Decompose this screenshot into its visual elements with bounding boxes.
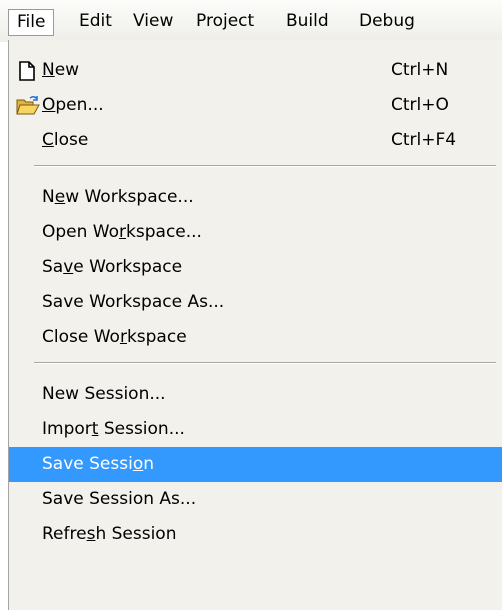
menu-item-save-workspace-as[interactable]: Save Workspace As... [9,285,502,320]
menu-build[interactable]: Build [278,9,337,36]
menu-debug[interactable]: Debug [351,9,423,36]
menu-separator [34,165,496,167]
menu-item-new[interactable]: New Ctrl+N [9,53,502,88]
menu-item-open[interactable]: Open... Ctrl+O [9,88,502,123]
menu-item-open-workspace[interactable]: Open Workspace... [9,215,502,250]
menu-item-shortcut: Ctrl+N [391,60,449,80]
menu-item-label: Refresh Session [42,524,177,544]
menu-item-close[interactable]: Close Ctrl+F4 [9,123,502,158]
file-menu-dropdown: New Ctrl+N Open... Ctrl+O Close Ctrl+F4 … [8,40,502,610]
menu-item-new-workspace[interactable]: New Workspace... [9,180,502,215]
menu-item-label: New [42,60,80,80]
menu-item-new-session[interactable]: New Session... [9,377,502,412]
menu-item-label: Open... [42,95,104,115]
new-file-icon [16,60,38,82]
menu-item-label: Close Workspace [42,327,187,347]
menu-item-label: Save Workspace [42,257,183,277]
menu-bar: File Edit View Project Build Debug [0,0,502,42]
menu-item-label: Save Session As... [42,489,197,509]
menu-edit[interactable]: Edit [71,9,120,36]
menu-view[interactable]: View [125,9,181,36]
menu-separator [34,362,496,364]
menu-item-label: New Session... [42,384,166,404]
menu-item-label: Save Session [42,454,155,474]
menu-item-refresh-session[interactable]: Refresh Session [9,517,502,552]
menu-item-label: Save Workspace As... [42,292,225,312]
menu-file[interactable]: File [8,9,55,36]
menu-project[interactable]: Project [188,9,262,36]
menu-item-shortcut: Ctrl+F4 [391,130,457,150]
menu-item-save-session[interactable]: Save Session [9,447,502,482]
menu-item-label: Open Workspace... [42,222,202,242]
menu-item-save-session-as[interactable]: Save Session As... [9,482,502,517]
menu-item-label: Import Session... [42,419,185,439]
menu-item-save-workspace[interactable]: Save Workspace [9,250,502,285]
menu-item-shortcut: Ctrl+O [391,95,449,115]
open-folder-icon [16,95,40,117]
menu-item-close-workspace[interactable]: Close Workspace [9,320,502,355]
menu-item-label: Close [42,130,89,150]
menu-item-label: New Workspace... [42,187,194,207]
menu-item-import-session[interactable]: Import Session... [9,412,502,447]
